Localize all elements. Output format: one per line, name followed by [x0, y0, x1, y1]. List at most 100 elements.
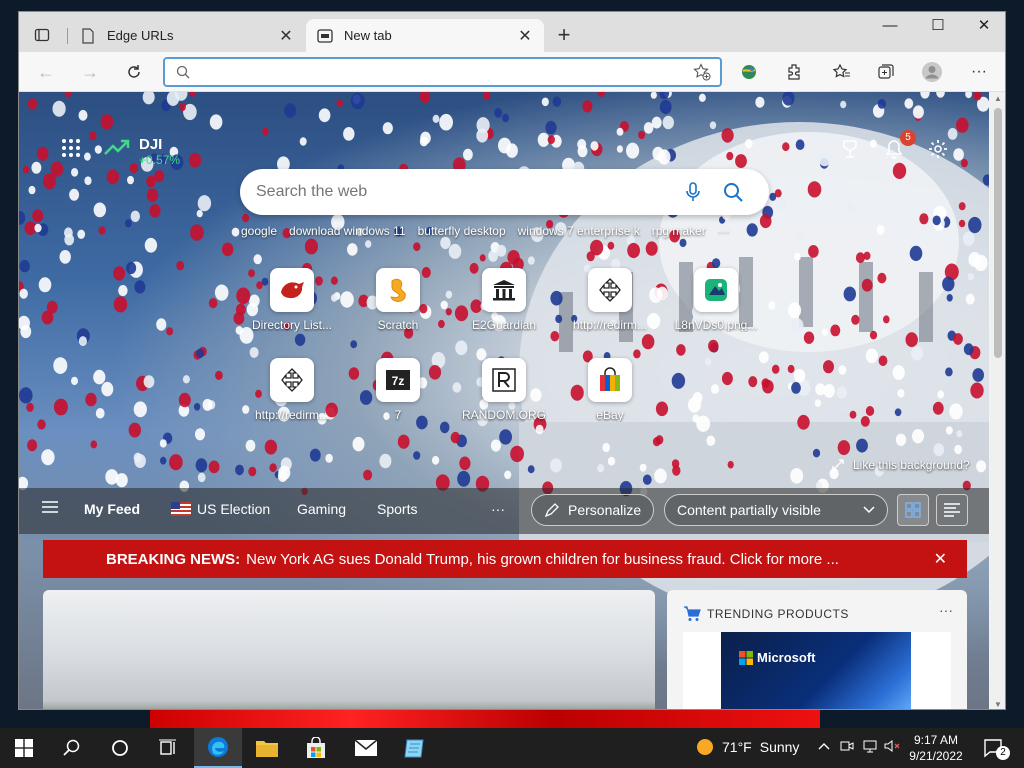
balloon [547, 135, 555, 144]
store-button[interactable] [292, 728, 340, 768]
file-explorer-button[interactable] [243, 728, 291, 768]
product-image[interactable]: Microsoft [683, 632, 951, 709]
balloon [133, 452, 142, 463]
quick-link-tile[interactable]: L8nVDs0.png... [671, 268, 761, 348]
page-scrollbar[interactable]: ▲ ▼ [990, 92, 1005, 709]
close-tab-icon[interactable]: ✕ [277, 26, 295, 46]
close-banner-icon[interactable]: ✕ [934, 549, 947, 569]
minimize-button[interactable]: — [867, 12, 913, 42]
quick-link-tile[interactable]: Scratch [353, 268, 443, 348]
profile-avatar[interactable] [920, 61, 944, 83]
tile-label: 7 [394, 408, 402, 422]
forward-button[interactable]: → [75, 58, 105, 86]
scroll-up-icon[interactable]: ▲ [993, 94, 1003, 103]
grid-layout-button[interactable] [897, 494, 929, 526]
web-search-input[interactable] [256, 183, 673, 201]
suggestion-link[interactable]: rpg maker [652, 224, 706, 238]
personalize-label: Personalize [568, 502, 642, 518]
trending-products-card[interactable]: TRENDING PRODUCTS ··· Microsoft [667, 590, 967, 709]
tab-my-feed[interactable]: My Feed [84, 501, 140, 517]
news-card-image[interactable] [43, 590, 655, 709]
suggestion-link[interactable]: butterfly desktop [418, 224, 506, 238]
sun-icon [697, 739, 713, 755]
start-button[interactable] [0, 728, 48, 768]
tab-sports[interactable]: Sports [377, 501, 417, 517]
content-visibility-dropdown[interactable]: Content partially visible [664, 494, 888, 526]
balloon [698, 93, 706, 102]
apps-launcher-icon[interactable] [59, 136, 83, 160]
tab-new-tab[interactable]: New tab ✕ [306, 19, 544, 52]
more-suggestions-icon[interactable]: ··· [718, 224, 730, 238]
collections-icon[interactable] [874, 61, 898, 83]
page-settings-gear-icon[interactable] [925, 136, 951, 162]
balloon [892, 365, 905, 380]
tab-gaming[interactable]: Gaming [297, 501, 346, 517]
notification-badge: 5 [900, 130, 916, 146]
breaking-news-banner[interactable]: BREAKING NEWS: New York AG sues Donald T… [43, 540, 967, 578]
tab-actions-button[interactable] [27, 20, 57, 50]
extensions-icon[interactable] [782, 61, 806, 83]
quick-link-tile[interactable]: 7z 7 [353, 358, 443, 438]
close-tab-icon[interactable]: ✕ [516, 26, 534, 46]
settings-more-button[interactable]: ··· [967, 61, 991, 83]
suggestion-link[interactable]: windows 7 enterprise k [518, 224, 640, 238]
refresh-button[interactable] [119, 58, 149, 86]
quick-link-tile[interactable]: RANDOM.ORG [459, 358, 549, 438]
add-favorite-icon[interactable] [684, 63, 720, 81]
address-bar[interactable] [163, 57, 722, 87]
like-background-link[interactable]: Like this background? [831, 458, 970, 472]
balloon [149, 204, 161, 218]
tab-us-election[interactable]: US Election [171, 501, 270, 517]
web-search-box[interactable] [240, 169, 769, 215]
quick-link-tile[interactable]: http://redirm... [247, 358, 337, 438]
quick-link-tile[interactable]: E2Guardian [459, 268, 549, 348]
quick-link-tile[interactable]: Directory List... [247, 268, 337, 348]
mail-button[interactable] [342, 728, 390, 768]
tab-edge-urls[interactable]: Edge URLs ✕ [69, 19, 305, 52]
balloon [527, 256, 535, 265]
close-window-button[interactable]: ✕ [961, 12, 1005, 42]
balloon [46, 300, 58, 314]
action-center-button[interactable]: 2 [982, 736, 1010, 760]
list-layout-button[interactable] [936, 494, 968, 526]
more-categories-icon[interactable]: ··· [491, 501, 505, 517]
balloon [93, 202, 107, 218]
search-button[interactable] [48, 728, 96, 768]
balloon [448, 243, 462, 259]
stock-widget[interactable]: DJI +0.57% [103, 136, 180, 167]
quick-link-tile[interactable]: eBay [565, 358, 655, 438]
pinned-app-button[interactable] [390, 728, 438, 768]
cortana-button[interactable] [96, 728, 144, 768]
network-icon[interactable] [862, 739, 878, 756]
search-icon[interactable] [713, 177, 753, 207]
address-input[interactable] [201, 61, 684, 83]
taskbar-edge-button[interactable] [194, 728, 242, 768]
microphone-icon[interactable] [673, 177, 713, 207]
new-tab-button[interactable]: + [552, 24, 576, 48]
scroll-thumb[interactable] [994, 108, 1002, 358]
more-options-icon[interactable]: ··· [939, 602, 953, 618]
balloon [382, 122, 393, 135]
feed-menu-icon[interactable] [41, 499, 59, 518]
task-view-button[interactable] [144, 728, 192, 768]
rewards-icon[interactable] [837, 136, 863, 162]
globe-extension-icon[interactable] [737, 61, 761, 83]
meet-now-icon[interactable] [840, 739, 854, 756]
balloon [659, 99, 672, 115]
tray-overflow-icon[interactable] [818, 739, 830, 754]
scroll-down-icon[interactable]: ▼ [993, 700, 1003, 709]
weather-widget[interactable]: 71°F Sunny [696, 738, 799, 756]
mail-icon [354, 739, 378, 756]
suggestion-link[interactable]: download windows 11 [289, 224, 406, 238]
quick-link-tile[interactable]: http://redirm... [565, 268, 655, 348]
volume-muted-icon[interactable] [884, 739, 900, 756]
suggestion-link[interactable]: google [241, 224, 277, 238]
search-icon [63, 739, 80, 756]
system-clock[interactable]: 9:17 AM 9/21/2022 [904, 732, 968, 764]
personalize-button[interactable]: Personalize [531, 494, 655, 526]
favorites-icon[interactable] [830, 61, 854, 83]
balloon [965, 293, 975, 305]
back-button[interactable]: ← [31, 58, 61, 86]
maximize-button[interactable]: ☐ [915, 12, 961, 42]
balloon [793, 369, 806, 383]
